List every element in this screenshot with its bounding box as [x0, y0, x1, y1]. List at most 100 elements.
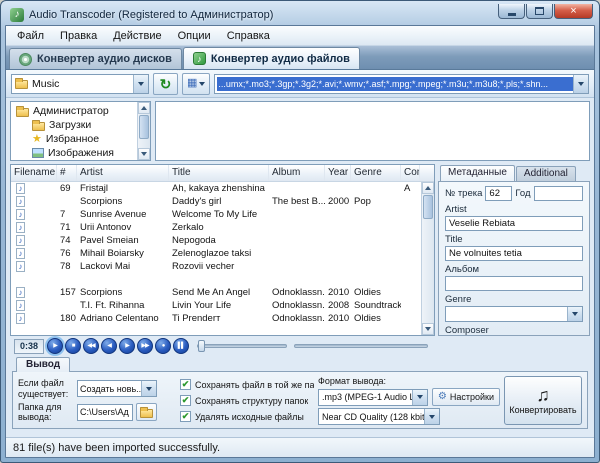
- artist-input[interactable]: Veselie Rebiata: [445, 216, 583, 231]
- table-row[interactable]: ♪ 78 Lackovi Mai Rozovii vecher: [11, 260, 434, 273]
- settings-button[interactable]: ⚙ Настройки: [432, 388, 500, 406]
- genre-select[interactable]: [445, 306, 583, 322]
- rewind-button[interactable]: ◀: [101, 338, 117, 354]
- column-album[interactable]: Album: [269, 165, 325, 181]
- checkbox-save-same-folder[interactable]: ✔ Сохранять файл в той же папке: [180, 378, 314, 392]
- checkbox-label: Удалять исходные файлы: [195, 412, 304, 422]
- maximize-button[interactable]: [526, 4, 553, 19]
- star-icon: ★: [32, 134, 42, 145]
- seek-slider[interactable]: [197, 344, 287, 348]
- dropdown-button[interactable]: [573, 75, 588, 93]
- next-button[interactable]: ▶▶: [137, 338, 153, 354]
- output-folder-input[interactable]: C:\Users\Ад: [77, 404, 133, 421]
- menu-file[interactable]: Файл: [9, 28, 52, 44]
- column-artist[interactable]: Artist: [77, 165, 169, 181]
- window-title: Audio Transcoder (Registered to Админист…: [29, 9, 273, 21]
- cell-number: 7: [57, 208, 77, 221]
- dropdown-button[interactable]: [133, 75, 148, 93]
- table-row[interactable]: ♪ Scorpions Daddy's girl The best B... 2…: [11, 195, 434, 208]
- menu-options[interactable]: Опции: [170, 28, 219, 44]
- audio-file-icon: ♪: [16, 222, 25, 233]
- tree-item-downloads[interactable]: Загрузки: [16, 118, 137, 132]
- tab-label: Конвертер аудио файлов: [211, 53, 350, 65]
- menu-help[interactable]: Справка: [219, 28, 278, 44]
- table-row[interactable]: ♪ 71 Urii Antonov Zerkalo: [11, 221, 434, 234]
- table-header: Filename # Artist Title Album Year Genre…: [11, 165, 434, 182]
- pause-button[interactable]: ▌▌: [173, 338, 189, 354]
- checkbox-delete-source-files[interactable]: ✔ Удалять исходные файлы: [180, 410, 314, 424]
- track-number-input[interactable]: 62: [485, 186, 512, 201]
- column-composer[interactable]: Comp: [401, 165, 420, 181]
- chevron-down-icon: [417, 395, 423, 399]
- browse-folder-button[interactable]: [136, 403, 157, 421]
- scroll-up-button[interactable]: [422, 182, 434, 194]
- column-year[interactable]: Year: [325, 165, 351, 181]
- table-body: ♪ 69 Fristajl Ah, kakaya zhenshina A ♪: [11, 182, 434, 335]
- file-exists-select[interactable]: Создать новь...: [77, 380, 157, 397]
- scroll-down-button[interactable]: [422, 323, 434, 335]
- column-genre[interactable]: Genre: [351, 165, 401, 181]
- column-title[interactable]: Title: [169, 165, 269, 181]
- checkbox-box: ✔: [180, 411, 191, 422]
- progress-bar[interactable]: [294, 344, 428, 348]
- table-row[interactable]: ♪ T.I. Ft. Rihanna Livin Your Life Odnok…: [11, 299, 434, 312]
- menu-action[interactable]: Действие: [105, 28, 169, 44]
- toolbar: Music ↻ ▦ ...umx;*.mo3;*.3gp;*.3g2;*.avi…: [6, 70, 594, 98]
- cell-title: Ah, kakaya zhenshina: [169, 182, 269, 195]
- previous-button[interactable]: ◀◀: [83, 338, 99, 354]
- year-input[interactable]: [534, 186, 583, 201]
- convert-button[interactable]: ♫ Конвертировать: [504, 376, 582, 425]
- dropdown-button[interactable]: [567, 307, 582, 321]
- minimize-button[interactable]: [498, 4, 525, 19]
- table-scrollbar[interactable]: [421, 182, 434, 335]
- seek-slider-thumb[interactable]: [198, 340, 205, 352]
- tab-metadata[interactable]: Метаданные: [440, 165, 515, 181]
- column-number[interactable]: #: [57, 165, 77, 181]
- scrollbar-thumb[interactable]: [423, 195, 433, 219]
- dropdown-button[interactable]: [424, 409, 439, 424]
- close-button[interactable]: ×: [554, 4, 593, 19]
- cell-artist: Mihail Boiarsky: [77, 247, 169, 260]
- column-filename[interactable]: Filename: [11, 165, 57, 181]
- tab-additional[interactable]: Additional: [516, 166, 576, 181]
- cell-year: 2008: [325, 299, 351, 312]
- dropdown-button[interactable]: [141, 381, 156, 396]
- cell-number: 78: [57, 260, 77, 273]
- checkbox-keep-folder-structure[interactable]: ✔ Сохранять структуру папок: [180, 394, 314, 408]
- table-row[interactable]: ♪ 74 Pavel Smeian Nepogoda: [11, 234, 434, 247]
- window-controls: ×: [498, 4, 593, 19]
- forward-button[interactable]: ▶: [119, 338, 135, 354]
- tab-output[interactable]: Вывод: [16, 357, 70, 372]
- dropdown-button[interactable]: [412, 390, 427, 405]
- tab-audio-disc-converter[interactable]: Конвертер аудио дисков: [9, 48, 182, 69]
- scroll-down-button[interactable]: [138, 148, 150, 160]
- title-input[interactable]: Ne volnuites tetia: [445, 246, 583, 261]
- title-label: Title: [445, 234, 583, 245]
- cell-artist: Adriano Celentano: [77, 312, 169, 325]
- play-button[interactable]: ▶: [47, 338, 63, 354]
- album-input[interactable]: [445, 276, 583, 291]
- scrollbar-thumb[interactable]: [139, 115, 149, 139]
- menu-edit[interactable]: Правка: [52, 28, 105, 44]
- folder-select[interactable]: Music: [11, 74, 149, 94]
- output-format-select[interactable]: .mp3 (MPEG-1 Audio Layer 3): [318, 389, 428, 406]
- table-row[interactable]: ♪ 76 Mihail Boiarsky Zelenoglazoe taksi: [11, 247, 434, 260]
- file-mask-input[interactable]: ...umx;*.mo3;*.3gp;*.3g2;*.avi;*.wmv;*.a…: [214, 74, 589, 94]
- table-row[interactable]: ♪ 7 Sunrise Avenue Welcome To My Life: [11, 208, 434, 221]
- tree-item-administrator[interactable]: Администратор: [16, 104, 137, 118]
- table-row[interactable]: ♪ 157 Scorpions Send Me An Angel Odnokla…: [11, 286, 434, 299]
- scroll-up-button[interactable]: [138, 102, 150, 114]
- stop-button[interactable]: ■: [65, 338, 81, 354]
- record-button[interactable]: ●: [155, 338, 171, 354]
- cell-number: 157: [57, 286, 77, 299]
- tree-item-favorites[interactable]: ★ Избранное: [16, 132, 137, 146]
- view-mode-button[interactable]: ▦: [182, 73, 210, 95]
- table-row[interactable]: ♪ 69 Fristajl Ah, kakaya zhenshina A: [11, 182, 434, 195]
- tab-audio-file-converter[interactable]: ♪ Конвертер аудио файлов: [183, 47, 360, 69]
- refresh-button[interactable]: ↻: [153, 73, 178, 95]
- tree-item-pictures[interactable]: Изображения: [16, 146, 137, 160]
- table-row[interactable]: ♪ 180 Adriano Celentano Ti Prenderт Odno…: [11, 312, 434, 325]
- tree-scrollbar[interactable]: [137, 102, 150, 160]
- table-row[interactable]: [11, 273, 434, 286]
- quality-select[interactable]: Near CD Quality (128 kbit/s): [318, 408, 440, 425]
